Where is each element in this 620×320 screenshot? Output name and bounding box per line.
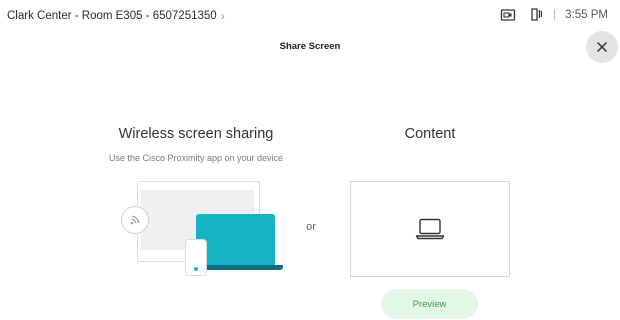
clock: 3:55 PM [565,9,608,21]
preview-button[interactable]: Preview [381,289,478,319]
wireless-title: Wireless screen sharing [118,126,274,142]
wireless-signal-icon [121,206,149,234]
page-title: Share Screen [279,41,341,52]
touch-controller-icon[interactable] [528,7,544,23]
chevron-right-icon: › [220,9,225,23]
close-icon [596,41,608,53]
wireless-subtitle: Use the Cisco Proximity app on your devi… [108,153,284,163]
separator: | [553,9,557,21]
room-info-label: Clark Center - Room E305 - 6507251350 [7,10,217,22]
phone-illustration-dot [194,267,198,271]
room-info[interactable]: Clark Center - Room E305 - 6507251350 › [7,9,225,23]
content-source-tile[interactable] [350,181,510,277]
or-label: or [306,221,316,233]
laptop-icon [415,218,445,240]
camera-monitor-icon[interactable] [500,7,516,23]
status-area: | 3:55 PM [500,7,608,23]
preview-button-label: Preview [412,298,447,310]
laptop-illustration [196,214,275,265]
close-button[interactable] [586,31,618,63]
content-title: Content [404,126,456,142]
